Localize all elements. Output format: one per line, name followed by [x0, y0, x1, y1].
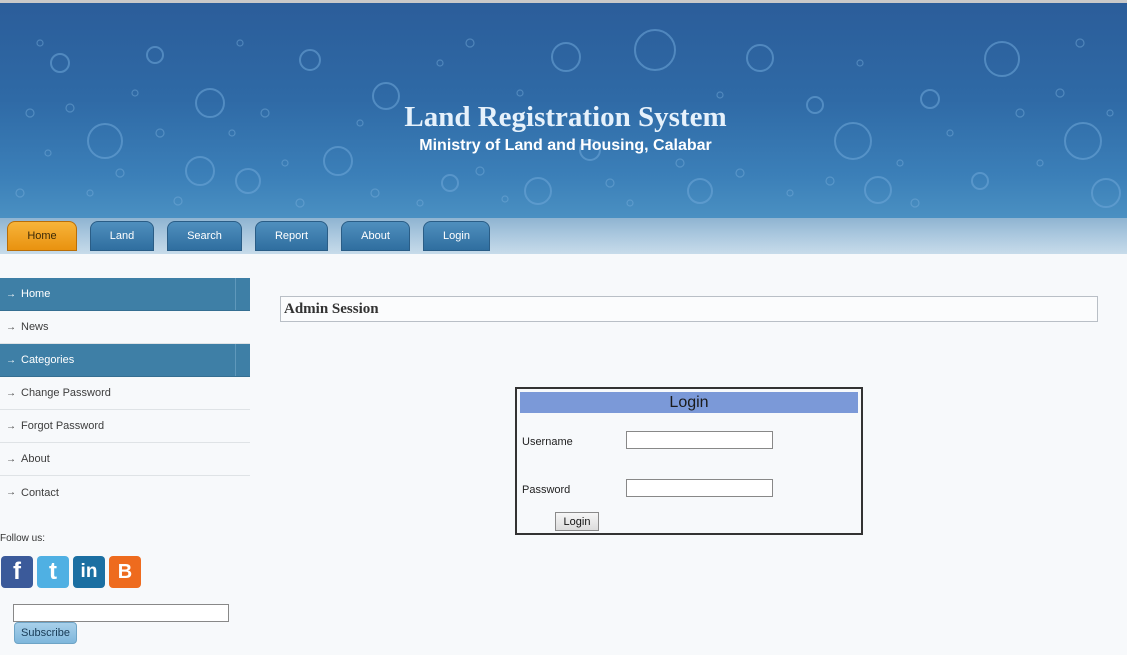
sidebar-item-change-password[interactable]: → Change Password	[0, 377, 250, 410]
main-nav: Home Land Search Report About Login	[0, 218, 1127, 254]
sidebar-item-label: Contact	[21, 486, 59, 499]
site-title: Land Registration System	[404, 101, 727, 133]
sidebar-item-label: Categories	[21, 354, 75, 366]
follow-us-label: Follow us:	[0, 533, 46, 544]
arrow-right-icon: →	[6, 321, 16, 333]
arrow-right-icon: →	[6, 387, 16, 399]
tab-login[interactable]: Login	[423, 221, 490, 251]
sidebar-item-label: About	[21, 453, 50, 465]
subscribe-button[interactable]: Subscribe	[14, 622, 77, 644]
login-button[interactable]: Login	[555, 512, 599, 531]
arrow-right-icon: →	[6, 288, 16, 300]
tab-about[interactable]: About	[341, 221, 410, 251]
linkedin-icon[interactable]: in	[73, 556, 105, 588]
sidebar-item-label: Change Password	[21, 387, 111, 399]
arrow-right-icon: →	[6, 453, 16, 465]
tab-search[interactable]: Search	[167, 221, 242, 251]
sidebar-item-news[interactable]: → News	[0, 311, 250, 344]
login-form-header: Login	[520, 392, 858, 413]
sidebar-item-label: News	[21, 321, 49, 333]
site-subtitle: Ministry of Land and Housing, Calabar	[419, 137, 712, 154]
tab-report[interactable]: Report	[255, 221, 328, 251]
subscribe-email-input[interactable]	[13, 604, 229, 622]
sidebar-item-categories[interactable]: → Categories	[0, 344, 250, 377]
arrow-right-icon: →	[6, 487, 16, 498]
password-input[interactable]	[626, 479, 773, 497]
tab-home[interactable]: Home	[7, 221, 77, 251]
sidebar-item-forgot-password[interactable]: → Forgot Password	[0, 410, 250, 443]
blogger-icon[interactable]: B	[109, 556, 141, 588]
username-label: Username	[522, 436, 573, 448]
sidebar-item-about[interactable]: → About	[0, 443, 250, 476]
arrow-right-icon: →	[6, 420, 16, 432]
sidebar: → Home → News → Categories → Change Pass…	[0, 278, 250, 509]
page-title: Admin Session	[284, 301, 379, 317]
site-header: Land Registration System Ministry of Lan…	[0, 0, 1127, 218]
login-form: Login Username Password Login	[515, 387, 863, 535]
twitter-icon[interactable]: t	[37, 556, 69, 588]
password-label: Password	[522, 484, 571, 496]
admin-session-panel: Admin Session	[280, 296, 1098, 322]
sidebar-item-contact[interactable]: → Contact	[0, 476, 250, 509]
sidebar-item-label: Forgot Password	[21, 420, 105, 432]
sidebar-item-home[interactable]: → Home	[0, 278, 250, 311]
sidebar-item-label: Home	[21, 288, 51, 300]
arrow-right-icon: →	[6, 354, 16, 366]
username-input[interactable]	[626, 431, 773, 449]
tab-land[interactable]: Land	[90, 221, 154, 251]
facebook-icon[interactable]: f	[1, 556, 33, 588]
